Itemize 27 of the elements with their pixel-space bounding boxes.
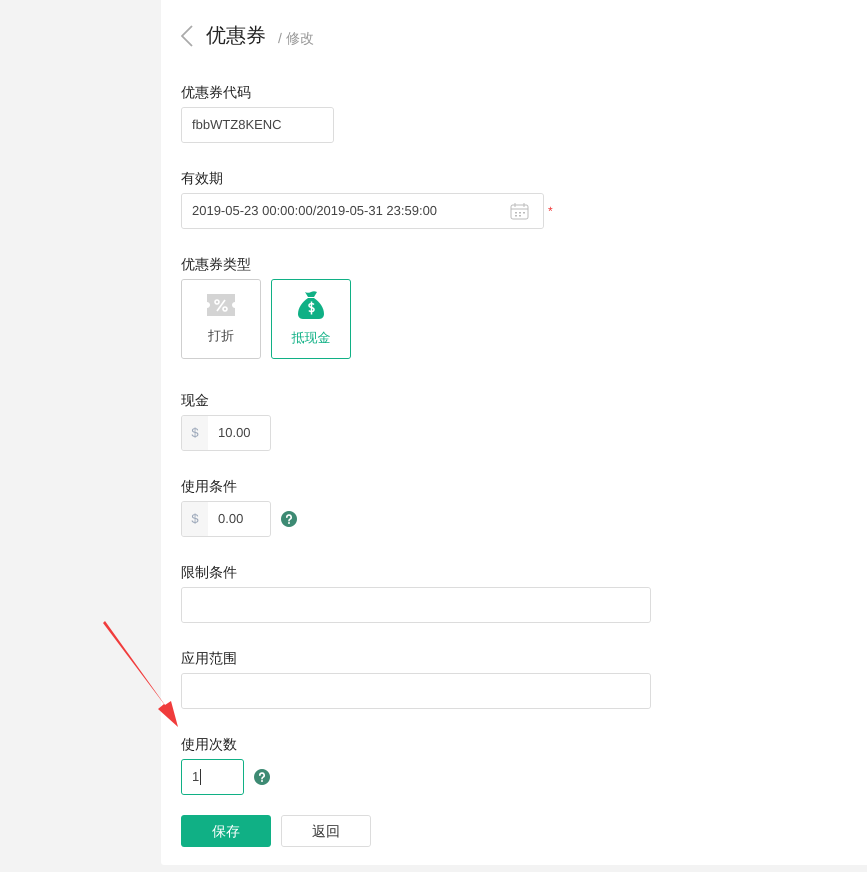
field-label: 应用范围 xyxy=(181,650,237,667)
field-label: 优惠券类型 xyxy=(181,256,251,273)
currency-prefix: $ xyxy=(182,416,208,450)
text-field[interactable]: 1 xyxy=(181,759,244,795)
help-icon[interactable] xyxy=(254,769,270,785)
field-label: 现金 xyxy=(181,392,209,409)
ticket-icon xyxy=(205,292,237,318)
currency-prefix: $ xyxy=(182,502,208,536)
date-range-field[interactable]: 2019-05-23 00:00:00/2019-05-31 23:59:00 xyxy=(181,193,544,229)
coupon-type-option[interactable]: 打折 xyxy=(181,279,261,359)
field-label: 有效期 xyxy=(181,170,223,187)
text-field[interactable]: fbbWTZ8KENC xyxy=(181,107,334,143)
help-icon[interactable] xyxy=(281,511,297,527)
text-field[interactable] xyxy=(181,587,651,623)
field-label: 优惠券代码 xyxy=(181,84,251,101)
amount-field[interactable]: $ 10.00 xyxy=(181,415,271,451)
field-label: 使用条件 xyxy=(181,478,237,495)
page-title: 优惠券 xyxy=(206,24,266,49)
required-mark: * xyxy=(548,203,553,220)
field-label: 限制条件 xyxy=(181,564,237,581)
page-subtitle: / 修改 xyxy=(278,28,314,48)
amount-field[interactable]: $ 0.00 xyxy=(181,501,271,537)
money-bag-icon xyxy=(297,290,325,320)
back-button[interactable]: 返回 xyxy=(281,815,371,847)
field-label: 使用次数 xyxy=(181,736,237,753)
calendar-icon[interactable] xyxy=(510,202,529,220)
text-field[interactable] xyxy=(181,673,651,709)
